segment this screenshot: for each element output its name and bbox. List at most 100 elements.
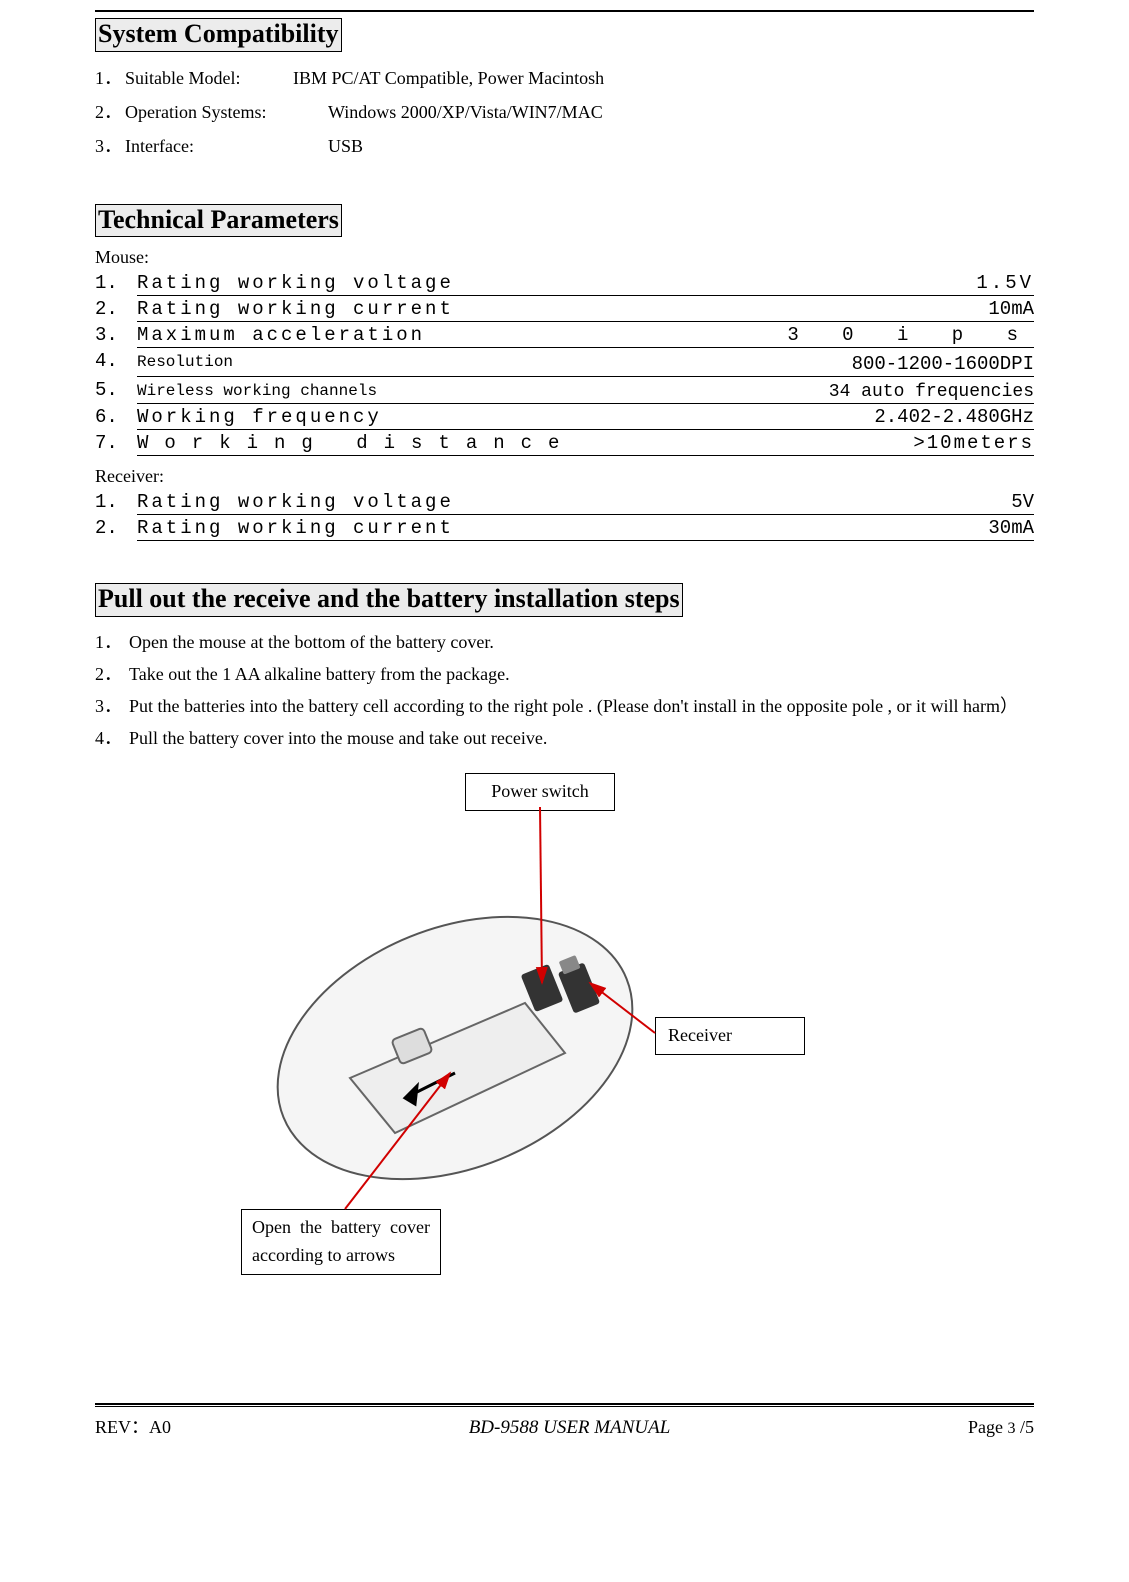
param-line: Wireless working channels 34 auto frequen… bbox=[137, 382, 1034, 404]
compat-value: USB bbox=[328, 133, 363, 161]
param-value: 30mA bbox=[988, 517, 1034, 539]
leader-power-switch bbox=[540, 807, 542, 983]
spacer bbox=[265, 65, 293, 93]
install-text: Take out the 1 AA alkaline battery from … bbox=[129, 661, 1034, 689]
compat-list: 1． Suitable Model: IBM PC/AT Compatible,… bbox=[95, 62, 1034, 164]
param-value: 34 auto frequencies bbox=[829, 382, 1034, 402]
page: System Compatibility 1． Suitable Model: … bbox=[0, 10, 1129, 1582]
param-label: Working distance bbox=[137, 432, 575, 454]
leader-receiver bbox=[590, 983, 655, 1033]
param-label: Rating working current bbox=[137, 517, 454, 539]
compat-item: 3． Interface: USB bbox=[95, 130, 1034, 164]
list-number: 1. bbox=[95, 491, 137, 513]
param-line: Maximum acceleration 3 0 i p s bbox=[137, 324, 1034, 348]
param-row: 1.Rating working voltage 1.5V bbox=[95, 270, 1034, 296]
install-step: 1．Open the mouse at the bottom of the ba… bbox=[95, 627, 1034, 659]
compat-value: Windows 2000/XP/Vista/WIN7/MAC bbox=[328, 99, 603, 127]
footer-page: Page 3 /5 bbox=[968, 1417, 1034, 1438]
list-number: 1． bbox=[95, 65, 125, 93]
list-number: 2． bbox=[95, 99, 125, 127]
footer-rev: REV：A0 bbox=[95, 1413, 171, 1439]
param-row: 2.Rating working current 10mA bbox=[95, 296, 1034, 322]
leader-battery-cover bbox=[345, 1073, 450, 1209]
param-line: Rating working voltage 1.5V bbox=[137, 272, 1034, 296]
callout-power-switch: Power switch bbox=[465, 773, 615, 811]
callout-battery-cover: Open the battery cover according to arro… bbox=[241, 1209, 441, 1275]
list-number: 1． bbox=[95, 629, 129, 657]
compat-item: 2． Operation Systems: Windows 2000/XP/Vi… bbox=[95, 96, 1034, 130]
battery-arrow-icon bbox=[405, 1073, 455, 1104]
install-step: 3．Put the batteries into the battery cel… bbox=[95, 691, 1034, 723]
receiver-icon bbox=[558, 955, 600, 1014]
list-number: 1. bbox=[95, 272, 137, 294]
list-number: 4． bbox=[95, 725, 129, 753]
param-line: Working frequency 2.402-2.480GHz bbox=[137, 406, 1034, 430]
list-number: 5. bbox=[95, 379, 137, 401]
mouse-diagram: Power switch Receiver Open the battery c… bbox=[95, 773, 1025, 1353]
mouse-param-list: 1.Rating working voltage 1.5V 2.Rating wo… bbox=[95, 270, 1034, 456]
spacer bbox=[300, 99, 328, 127]
list-number: 3． bbox=[95, 693, 129, 721]
param-value: 2.402-2.480GHz bbox=[874, 406, 1034, 428]
spacer bbox=[220, 133, 328, 161]
param-line: Rating working current 30mA bbox=[137, 517, 1034, 541]
param-row: 2.Rating working current 30mA bbox=[95, 515, 1034, 541]
section-installation: Pull out the receive and the battery ins… bbox=[95, 583, 1034, 1352]
footer-title: BD-9588 USER MANUAL bbox=[469, 1417, 671, 1439]
power-switch-icon bbox=[521, 964, 564, 1012]
param-label: Rating working voltage bbox=[137, 491, 454, 513]
param-line: Rating working current 10mA bbox=[137, 298, 1034, 322]
subheading-receiver: Receiver: bbox=[95, 466, 1034, 487]
install-text: Put the batteries into the battery cell … bbox=[129, 693, 1034, 721]
section-title-tech: Technical Parameters bbox=[95, 204, 342, 238]
param-row: 1.Rating working voltage 5V bbox=[95, 489, 1034, 515]
param-row: 5.Wireless working channels 34 auto frequ… bbox=[95, 377, 1034, 404]
param-value: 3 0 i p s bbox=[787, 324, 1034, 346]
list-number: 2. bbox=[95, 517, 137, 539]
install-text: Open the mouse at the bottom of the batt… bbox=[129, 629, 1034, 657]
list-number: 2. bbox=[95, 298, 137, 320]
param-label: Wireless working channels bbox=[137, 382, 377, 402]
param-line: Resolution 800-1200-1600DPI bbox=[137, 353, 1034, 377]
mouse-outline-icon bbox=[239, 867, 672, 1228]
compat-label: Suitable Model: bbox=[125, 65, 265, 93]
param-label: Rating working current bbox=[137, 298, 454, 320]
param-row: 7.Working distance >10meters bbox=[95, 430, 1034, 456]
list-number: 4. bbox=[95, 350, 137, 372]
param-value: >10meters bbox=[913, 432, 1034, 454]
diagram-svg bbox=[95, 773, 1025, 1353]
install-list: 1．Open the mouse at the bottom of the ba… bbox=[95, 627, 1034, 755]
list-number: 3． bbox=[95, 133, 125, 161]
param-label: Maximum acceleration bbox=[137, 324, 425, 346]
footer-page-prefix: Page bbox=[968, 1417, 1008, 1437]
param-line: Working distance >10meters bbox=[137, 432, 1034, 456]
compat-value: IBM PC/AT Compatible, Power Macintosh bbox=[293, 65, 604, 93]
section-title-install: Pull out the receive and the battery ins… bbox=[95, 583, 683, 617]
param-line: Rating working voltage 5V bbox=[137, 491, 1034, 515]
receiver-param-list: 1.Rating working voltage 5V 2.Rating work… bbox=[95, 489, 1034, 541]
section-title-compat: System Compatibility bbox=[95, 18, 342, 52]
param-row: 3.Maximum acceleration 3 0 i p s bbox=[95, 322, 1034, 348]
install-step: 4．Pull the battery cover into the mouse … bbox=[95, 723, 1034, 755]
param-value: 5V bbox=[1011, 491, 1034, 513]
install-step: 2．Take out the 1 AA alkaline battery fro… bbox=[95, 659, 1034, 691]
param-value: 10mA bbox=[988, 298, 1034, 320]
page-footer: REV：A0 BD-9588 USER MANUAL Page 3 /5 bbox=[95, 1407, 1034, 1469]
section-system-compatibility: System Compatibility 1． Suitable Model: … bbox=[95, 18, 1034, 164]
callout-receiver: Receiver bbox=[655, 1017, 805, 1055]
top-rule bbox=[95, 10, 1034, 12]
param-label: Resolution bbox=[137, 353, 233, 375]
param-value: 800-1200-1600DPI bbox=[852, 353, 1034, 375]
section-technical-parameters: Technical Parameters Mouse: 1.Rating wor… bbox=[95, 204, 1034, 542]
compat-item: 1． Suitable Model: IBM PC/AT Compatible,… bbox=[95, 62, 1034, 96]
param-label: Rating working voltage bbox=[137, 272, 454, 294]
param-label: Working frequency bbox=[137, 406, 382, 428]
install-text: Pull the battery cover into the mouse an… bbox=[129, 725, 1034, 753]
param-row: 4.Resolution 800-1200-1600DPI bbox=[95, 348, 1034, 377]
list-number: 7. bbox=[95, 432, 137, 454]
compat-label: Interface: bbox=[125, 133, 220, 161]
list-number: 3. bbox=[95, 324, 137, 346]
subheading-mouse: Mouse: bbox=[95, 247, 1034, 268]
param-value: 1.5V bbox=[976, 272, 1034, 294]
list-number: 6. bbox=[95, 406, 137, 428]
